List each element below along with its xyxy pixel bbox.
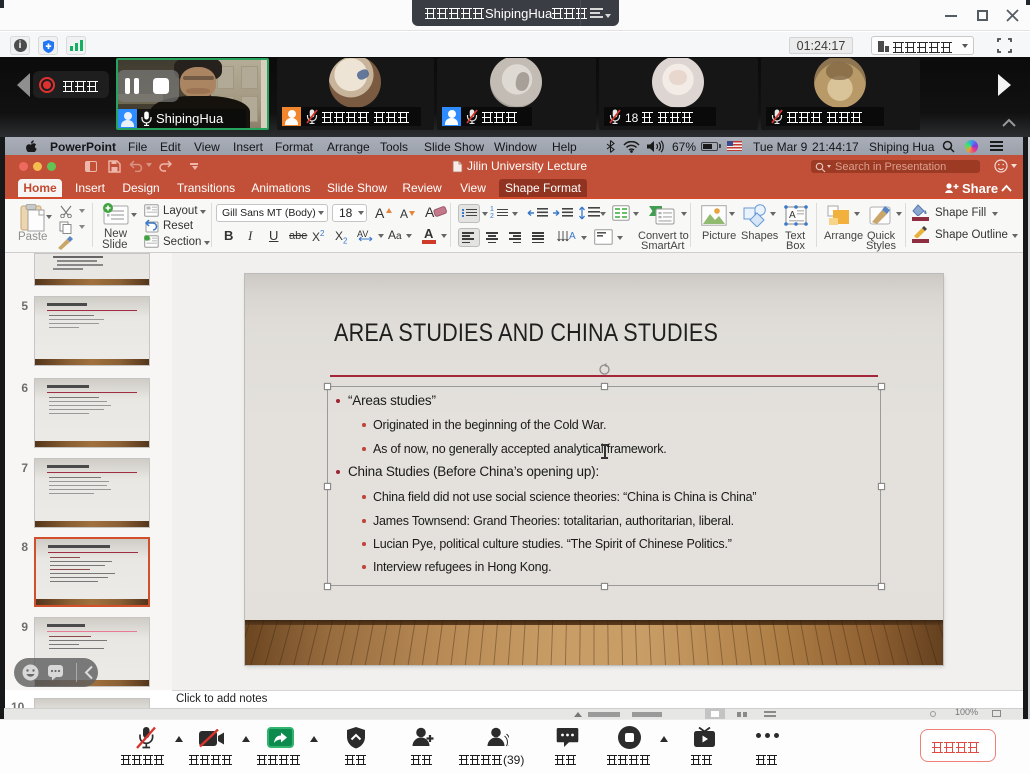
svg-text:A: A: [789, 210, 796, 221]
svg-text:AV: AV: [357, 229, 368, 239]
svg-text:A: A: [569, 231, 576, 242]
